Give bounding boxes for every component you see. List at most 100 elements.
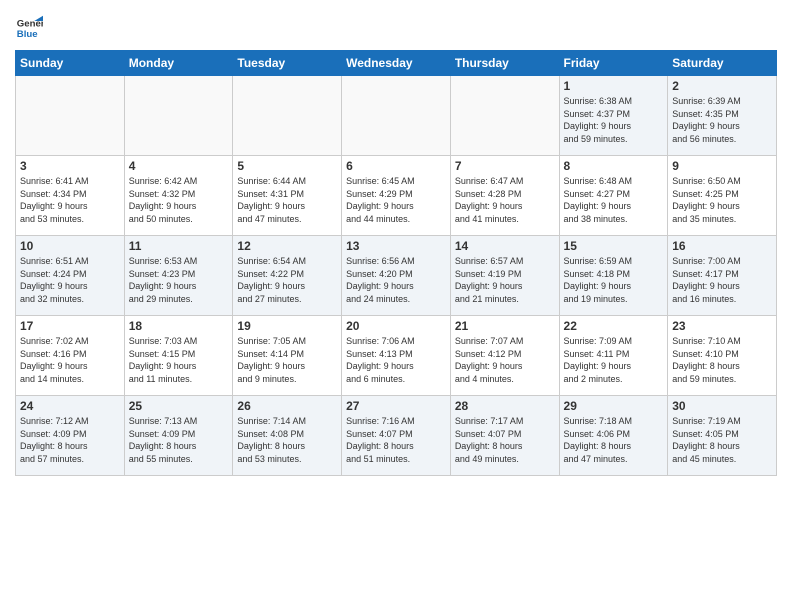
day-number: 1	[564, 79, 664, 93]
calendar-cell: 27 Sunrise: 7:16 AM Sunset: 4:07 PM Dayli…	[342, 396, 451, 476]
calendar-cell	[233, 76, 342, 156]
calendar: SundayMondayTuesdayWednesdayThursdayFrid…	[15, 50, 777, 476]
calendar-cell: 2Sunrise: 6:39 AM Sunset: 4:35 PM Daylig…	[668, 76, 777, 156]
calendar-cell	[16, 76, 125, 156]
day-number: 2	[672, 79, 772, 93]
day-info: Sunrise: 6:57 AM Sunset: 4:19 PM Dayligh…	[455, 255, 555, 305]
day-number: 27	[346, 399, 446, 413]
day-info: Sunrise: 7:09 AM Sunset: 4:11 PM Dayligh…	[564, 335, 664, 385]
day-info: Sunrise: 6:44 AM Sunset: 4:31 PM Dayligh…	[237, 175, 337, 225]
weekday-header-sunday: Sunday	[16, 51, 125, 76]
week-row-1: 3 Sunrise: 6:41 AM Sunset: 4:34 PM Daylig…	[16, 156, 777, 236]
calendar-cell: 6 Sunrise: 6:45 AM Sunset: 4:29 PM Daylig…	[342, 156, 451, 236]
logo-icon: General Blue	[15, 14, 43, 42]
logo: General Blue	[15, 14, 43, 42]
day-number: 16	[672, 239, 772, 253]
week-row-2: 10 Sunrise: 6:51 AM Sunset: 4:24 PM Dayli…	[16, 236, 777, 316]
week-row-0: 1 Sunrise: 6:38 AM Sunset: 4:37 PM Daylig…	[16, 76, 777, 156]
calendar-cell: 22 Sunrise: 7:09 AM Sunset: 4:11 PM Dayli…	[559, 316, 668, 396]
day-number: 19	[237, 319, 337, 333]
day-number: 3	[20, 159, 120, 173]
day-info: Sunrise: 7:00 AM Sunset: 4:17 PM Dayligh…	[672, 255, 772, 305]
day-info: Sunrise: 6:51 AM Sunset: 4:24 PM Dayligh…	[20, 255, 120, 305]
calendar-cell: 13Sunrise: 6:56 AM Sunset: 4:20 PM Dayli…	[342, 236, 451, 316]
day-number: 18	[129, 319, 229, 333]
weekday-header-tuesday: Tuesday	[233, 51, 342, 76]
header: General Blue	[15, 10, 777, 42]
calendar-cell: 11Sunrise: 6:53 AM Sunset: 4:23 PM Dayli…	[124, 236, 233, 316]
day-info: Sunrise: 7:06 AM Sunset: 4:13 PM Dayligh…	[346, 335, 446, 385]
weekday-header-friday: Friday	[559, 51, 668, 76]
week-row-4: 24 Sunrise: 7:12 AM Sunset: 4:09 PM Dayli…	[16, 396, 777, 476]
calendar-cell: 16 Sunrise: 7:00 AM Sunset: 4:17 PM Dayli…	[668, 236, 777, 316]
day-number: 25	[129, 399, 229, 413]
day-number: 7	[455, 159, 555, 173]
day-number: 26	[237, 399, 337, 413]
calendar-cell: 17 Sunrise: 7:02 AM Sunset: 4:16 PM Dayli…	[16, 316, 125, 396]
day-number: 24	[20, 399, 120, 413]
day-number: 6	[346, 159, 446, 173]
calendar-cell: 21 Sunrise: 7:07 AM Sunset: 4:12 PM Dayli…	[450, 316, 559, 396]
day-info: Sunrise: 6:42 AM Sunset: 4:32 PM Dayligh…	[129, 175, 229, 225]
svg-text:Blue: Blue	[17, 29, 38, 40]
calendar-cell: 25 Sunrise: 7:13 AM Sunset: 4:09 PM Dayli…	[124, 396, 233, 476]
calendar-cell: 19Sunrise: 7:05 AM Sunset: 4:14 PM Dayli…	[233, 316, 342, 396]
calendar-cell: 4 Sunrise: 6:42 AM Sunset: 4:32 PM Daylig…	[124, 156, 233, 236]
day-info: Sunrise: 6:59 AM Sunset: 4:18 PM Dayligh…	[564, 255, 664, 305]
weekday-header-wednesday: Wednesday	[342, 51, 451, 76]
calendar-cell: 14 Sunrise: 6:57 AM Sunset: 4:19 PM Dayli…	[450, 236, 559, 316]
day-number: 21	[455, 319, 555, 333]
day-number: 28	[455, 399, 555, 413]
weekday-header-monday: Monday	[124, 51, 233, 76]
day-info: Sunrise: 7:18 AM Sunset: 4:06 PM Dayligh…	[564, 415, 664, 465]
day-number: 22	[564, 319, 664, 333]
calendar-cell	[342, 76, 451, 156]
day-number: 12	[237, 239, 337, 253]
day-info: Sunrise: 6:38 AM Sunset: 4:37 PM Dayligh…	[564, 95, 664, 145]
day-number: 4	[129, 159, 229, 173]
calendar-cell: 1 Sunrise: 6:38 AM Sunset: 4:37 PM Daylig…	[559, 76, 668, 156]
day-info: Sunrise: 6:47 AM Sunset: 4:28 PM Dayligh…	[455, 175, 555, 225]
day-info: Sunrise: 7:12 AM Sunset: 4:09 PM Dayligh…	[20, 415, 120, 465]
day-info: Sunrise: 7:14 AM Sunset: 4:08 PM Dayligh…	[237, 415, 337, 465]
day-info: Sunrise: 6:53 AM Sunset: 4:23 PM Dayligh…	[129, 255, 229, 305]
day-number: 5	[237, 159, 337, 173]
day-info: Sunrise: 7:07 AM Sunset: 4:12 PM Dayligh…	[455, 335, 555, 385]
calendar-cell	[124, 76, 233, 156]
page: General Blue SundayMondayTuesdayWednesda…	[0, 0, 792, 612]
day-info: Sunrise: 7:17 AM Sunset: 4:07 PM Dayligh…	[455, 415, 555, 465]
day-info: Sunrise: 6:45 AM Sunset: 4:29 PM Dayligh…	[346, 175, 446, 225]
calendar-cell: 28 Sunrise: 7:17 AM Sunset: 4:07 PM Dayli…	[450, 396, 559, 476]
day-info: Sunrise: 7:02 AM Sunset: 4:16 PM Dayligh…	[20, 335, 120, 385]
day-info: Sunrise: 7:10 AM Sunset: 4:10 PM Dayligh…	[672, 335, 772, 385]
day-number: 17	[20, 319, 120, 333]
day-number: 13	[346, 239, 446, 253]
day-info: Sunrise: 7:03 AM Sunset: 4:15 PM Dayligh…	[129, 335, 229, 385]
calendar-cell: 18 Sunrise: 7:03 AM Sunset: 4:15 PM Dayli…	[124, 316, 233, 396]
day-info: Sunrise: 7:13 AM Sunset: 4:09 PM Dayligh…	[129, 415, 229, 465]
day-number: 29	[564, 399, 664, 413]
day-number: 14	[455, 239, 555, 253]
calendar-cell: 7 Sunrise: 6:47 AM Sunset: 4:28 PM Daylig…	[450, 156, 559, 236]
week-row-3: 17 Sunrise: 7:02 AM Sunset: 4:16 PM Dayli…	[16, 316, 777, 396]
calendar-cell	[450, 76, 559, 156]
day-number: 8	[564, 159, 664, 173]
day-number: 20	[346, 319, 446, 333]
calendar-cell: 20 Sunrise: 7:06 AM Sunset: 4:13 PM Dayli…	[342, 316, 451, 396]
calendar-cell: 12Sunrise: 6:54 AM Sunset: 4:22 PM Dayli…	[233, 236, 342, 316]
calendar-cell: 26 Sunrise: 7:14 AM Sunset: 4:08 PM Dayli…	[233, 396, 342, 476]
day-number: 9	[672, 159, 772, 173]
calendar-cell: 5 Sunrise: 6:44 AM Sunset: 4:31 PM Daylig…	[233, 156, 342, 236]
day-info: Sunrise: 7:16 AM Sunset: 4:07 PM Dayligh…	[346, 415, 446, 465]
calendar-cell: 29 Sunrise: 7:18 AM Sunset: 4:06 PM Dayli…	[559, 396, 668, 476]
day-number: 15	[564, 239, 664, 253]
calendar-cell: 30Sunrise: 7:19 AM Sunset: 4:05 PM Dayli…	[668, 396, 777, 476]
calendar-cell: 24 Sunrise: 7:12 AM Sunset: 4:09 PM Dayli…	[16, 396, 125, 476]
day-number: 30	[672, 399, 772, 413]
day-number: 10	[20, 239, 120, 253]
calendar-cell: 8Sunrise: 6:48 AM Sunset: 4:27 PM Daylig…	[559, 156, 668, 236]
day-info: Sunrise: 6:41 AM Sunset: 4:34 PM Dayligh…	[20, 175, 120, 225]
day-number: 23	[672, 319, 772, 333]
calendar-cell: 10 Sunrise: 6:51 AM Sunset: 4:24 PM Dayli…	[16, 236, 125, 316]
weekday-header-row: SundayMondayTuesdayWednesdayThursdayFrid…	[16, 51, 777, 76]
